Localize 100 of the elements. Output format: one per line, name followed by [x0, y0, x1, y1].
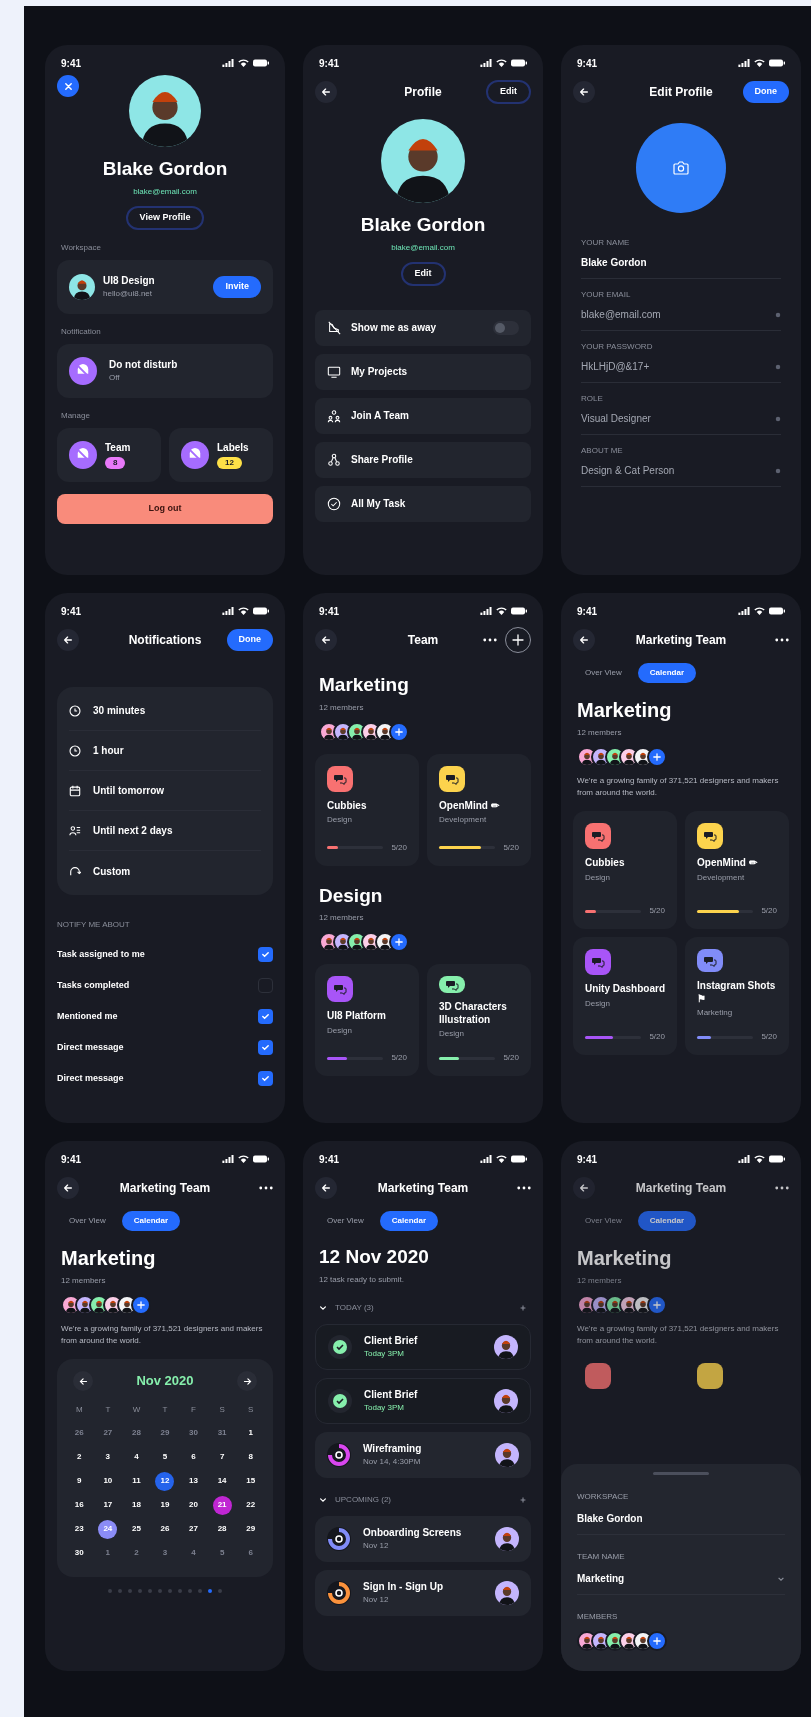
task-card[interactable]: Client Brief Today 3PM [315, 1377, 531, 1424]
close-button[interactable] [57, 75, 79, 97]
next-month-button[interactable] [237, 1371, 257, 1391]
project-card[interactable]: Unity Dashboard Design 5/20 [573, 937, 677, 1055]
calendar-day[interactable]: 29 [155, 1423, 175, 1443]
calendar-day[interactable]: 27 [184, 1519, 204, 1539]
menu-item[interactable]: Share Profile [315, 441, 531, 478]
add-member-button[interactable] [647, 747, 667, 767]
calendar-day[interactable]: 2 [126, 1543, 146, 1563]
checkbox[interactable] [258, 1009, 273, 1024]
done-button[interactable]: Done [226, 629, 273, 651]
calendar-day[interactable]: 29 [241, 1519, 261, 1539]
menu-item[interactable]: All My Task [315, 485, 531, 522]
calendar-day[interactable]: 3 [98, 1447, 118, 1467]
calendar-day[interactable]: 4 [126, 1447, 146, 1467]
calendar-day[interactable]: 22 [241, 1495, 261, 1515]
calendar-day[interactable]: 18 [126, 1495, 146, 1515]
text-field[interactable]: Blake Gordon [577, 1511, 785, 1535]
calendar-day[interactable]: 19 [155, 1495, 175, 1515]
project-card[interactable]: OpenMind ✏ Development 5/20 [685, 811, 789, 929]
notification-card[interactable]: Do not disturb Off [57, 343, 273, 398]
back-button[interactable] [57, 1177, 79, 1199]
calendar-day[interactable]: 6 [184, 1447, 204, 1467]
toggle-switch[interactable] [493, 320, 519, 335]
project-card[interactable]: Cubbies Design 5/20 [315, 753, 419, 866]
snooze-option[interactable]: Custom [69, 851, 261, 891]
calendar-day[interactable]: 30 [184, 1423, 204, 1443]
calendar-day[interactable]: 17 [98, 1495, 118, 1515]
calendar-day[interactable]: 15 [241, 1471, 261, 1491]
snooze-option[interactable]: Until tomorrow [69, 771, 261, 811]
sheet-handle[interactable] [653, 1472, 709, 1475]
edit-button[interactable]: Edit [486, 80, 531, 104]
snooze-option[interactable]: Until next 2 days [69, 811, 261, 851]
task-card[interactable]: Wireframing Nov 14, 4:30PM [315, 1431, 531, 1478]
checkbox[interactable] [258, 1040, 273, 1055]
calendar-day[interactable]: 1 [241, 1423, 261, 1443]
text-field[interactable]: Blake Gordon [581, 255, 781, 279]
calendar-day[interactable]: 3 [155, 1543, 175, 1563]
calendar-day[interactable]: 5 [155, 1447, 175, 1467]
add-member-button[interactable] [131, 1295, 151, 1315]
manage-card[interactable]: Labels 12 [169, 427, 273, 482]
task-card[interactable]: Sign In - Sign Up Nov 12 [315, 1569, 531, 1616]
calendar-day[interactable]: 7 [212, 1447, 232, 1467]
tab[interactable]: Over View [577, 1211, 630, 1231]
project-card[interactable]: Cubbies Design 5/20 [573, 811, 677, 929]
back-button[interactable] [57, 629, 79, 651]
calendar-day[interactable]: 20 [184, 1495, 204, 1515]
project-card[interactable]: Instagram Shots ⚑ Marketing 5/20 [685, 937, 789, 1055]
add-member-button[interactable] [647, 1295, 667, 1315]
menu-item[interactable]: My Projects [315, 353, 531, 390]
tab[interactable]: Calendar [121, 1211, 180, 1231]
tab[interactable]: Calendar [637, 1211, 696, 1231]
back-button[interactable] [573, 81, 595, 103]
back-button[interactable] [573, 1177, 595, 1199]
edit-button[interactable]: Edit [400, 261, 446, 286]
dropdown-field[interactable]: Marketing [577, 1571, 785, 1595]
calendar-day[interactable]: 1 [98, 1543, 118, 1563]
calendar-day[interactable]: 9 [69, 1471, 89, 1491]
snooze-option[interactable]: 1 hour [69, 731, 261, 771]
project-card[interactable]: 3D Characters Illustration Design 5/20 [427, 964, 531, 1076]
calendar-day[interactable]: 27 [98, 1423, 118, 1443]
add-member-button[interactable] [389, 932, 409, 952]
calendar-day[interactable]: 14 [212, 1471, 232, 1491]
calendar-day[interactable]: 11 [126, 1471, 146, 1491]
view-profile-button[interactable]: View Profile [125, 205, 205, 230]
menu-item[interactable]: Join A Team [315, 397, 531, 434]
tab[interactable]: Calendar [637, 663, 696, 683]
calendar-day[interactable]: 2 [69, 1447, 89, 1467]
calendar-day[interactable]: 6 [241, 1543, 261, 1563]
tab[interactable]: Over View [577, 663, 630, 683]
calendar-day[interactable]: 21 [212, 1495, 232, 1515]
done-button[interactable]: Done [742, 81, 789, 103]
back-button[interactable] [315, 81, 337, 103]
text-field[interactable]: Design & Cat Person [581, 463, 781, 487]
invite-button[interactable]: Invite [213, 275, 261, 298]
calendar-day[interactable]: 4 [184, 1543, 204, 1563]
calendar-day[interactable]: 31 [212, 1423, 232, 1443]
previous-month-button[interactable] [73, 1371, 93, 1391]
calendar-day[interactable]: 12 [155, 1471, 175, 1491]
calendar-day[interactable]: 16 [69, 1495, 89, 1515]
calendar-day[interactable]: 5 [212, 1543, 232, 1563]
back-button[interactable] [315, 1177, 337, 1199]
checkbox[interactable] [258, 1071, 273, 1086]
calendar-day[interactable]: 13 [184, 1471, 204, 1491]
text-field[interactable]: Visual Designer [581, 411, 781, 435]
tab[interactable]: Over View [319, 1211, 372, 1231]
calendar-day[interactable]: 10 [98, 1471, 118, 1491]
calendar-day[interactable]: 26 [69, 1423, 89, 1443]
back-button[interactable] [315, 629, 337, 651]
task-card[interactable]: Client Brief Today 3PM [315, 1323, 531, 1370]
tab[interactable]: Over View [61, 1211, 114, 1231]
calendar-day[interactable]: 26 [155, 1519, 175, 1539]
calendar-day[interactable]: 23 [69, 1519, 89, 1539]
tab[interactable]: Calendar [379, 1211, 438, 1231]
calendar-day[interactable]: 30 [69, 1543, 89, 1563]
task-card[interactable]: Onboarding Screens Nov 12 [315, 1515, 531, 1562]
text-field[interactable]: blake@email.com [581, 307, 781, 331]
add-member-button[interactable] [647, 1631, 667, 1651]
manage-card[interactable]: Team 8 [57, 427, 161, 482]
logout-button[interactable]: Log out [57, 493, 273, 524]
